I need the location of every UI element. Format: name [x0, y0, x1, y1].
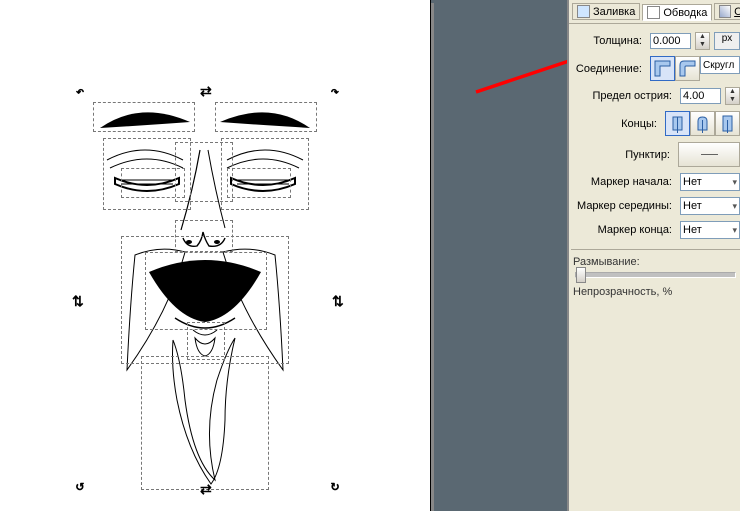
cap-label: Концы:	[569, 118, 661, 130]
marker-end-label: Маркер конца:	[569, 224, 676, 236]
tab-style-label: ССтиль	[734, 6, 740, 18]
dash-label: Пунктир:	[569, 149, 674, 161]
opacity-label: Непрозрачность, %	[569, 284, 740, 300]
skew-handle-bottom[interactable]: ⇄	[200, 484, 210, 494]
document-page: ↶ ↷ ↺ ↻ ⇄ ⇄ ⇅ ⇅	[0, 0, 431, 511]
join-label: Соединение:	[569, 63, 646, 75]
cap-square-button[interactable]	[715, 111, 740, 136]
tab-style[interactable]: ССтиль	[714, 3, 740, 20]
rotate-handle-tl[interactable]: ↶	[75, 88, 85, 98]
style-swatch-icon	[719, 5, 731, 18]
miter-input[interactable]	[680, 88, 721, 104]
miter-spinner[interactable]: ▲▼	[725, 87, 740, 105]
miter-label: Предел острия:	[569, 90, 676, 102]
tab-fill[interactable]: Заливка	[572, 3, 640, 20]
stroke-width-spinner[interactable]: ▲▼	[695, 32, 710, 50]
marker-mid-label: Маркер середины:	[569, 200, 676, 212]
join-round-button[interactable]	[675, 56, 700, 81]
stroke-swatch-icon	[647, 6, 660, 19]
blur-slider[interactable]	[575, 272, 736, 278]
marker-start-label: Маркер начала:	[569, 176, 676, 188]
tab-stroke[interactable]: Обводка	[642, 4, 712, 21]
join-miter-button[interactable]	[650, 56, 675, 81]
tab-stroke-label: Обводка	[663, 7, 707, 19]
stroke-width-input[interactable]	[650, 33, 691, 49]
marker-mid-select[interactable]: Нет	[680, 197, 740, 215]
dash-pattern-select[interactable]	[678, 142, 740, 167]
skew-handle-left[interactable]: ⇅	[72, 296, 82, 306]
blur-label: Размывание:	[569, 254, 740, 270]
tab-fill-label: Заливка	[593, 6, 635, 18]
cap-round-button[interactable]	[690, 111, 715, 136]
skew-handle-top[interactable]: ⇄	[200, 86, 210, 96]
rotate-handle-tr[interactable]: ↷	[330, 88, 340, 98]
stroke-width-unit[interactable]: px	[714, 32, 740, 50]
rotate-handle-bl[interactable]: ↺	[75, 482, 85, 492]
cap-butt-button[interactable]	[665, 111, 690, 136]
join-style-select[interactable]: Скругл	[700, 56, 740, 74]
fill-stroke-panel: Заливка Обводка ССтиль Толщина: ▲▼ px Со…	[567, 0, 740, 511]
marker-end-select[interactable]: Нет	[680, 221, 740, 239]
skew-handle-right[interactable]: ⇅	[332, 296, 342, 306]
fill-swatch-icon	[577, 5, 590, 18]
rotate-handle-br[interactable]: ↻	[330, 482, 340, 492]
illustration	[75, 80, 335, 500]
marker-start-select[interactable]: Нет	[680, 173, 740, 191]
panel-tabs: Заливка Обводка ССтиль	[569, 0, 740, 24]
stroke-width-label: Толщина:	[569, 35, 646, 47]
canvas-area[interactable]: ↶ ↷ ↺ ↻ ⇄ ⇄ ⇅ ⇅	[0, 0, 567, 511]
